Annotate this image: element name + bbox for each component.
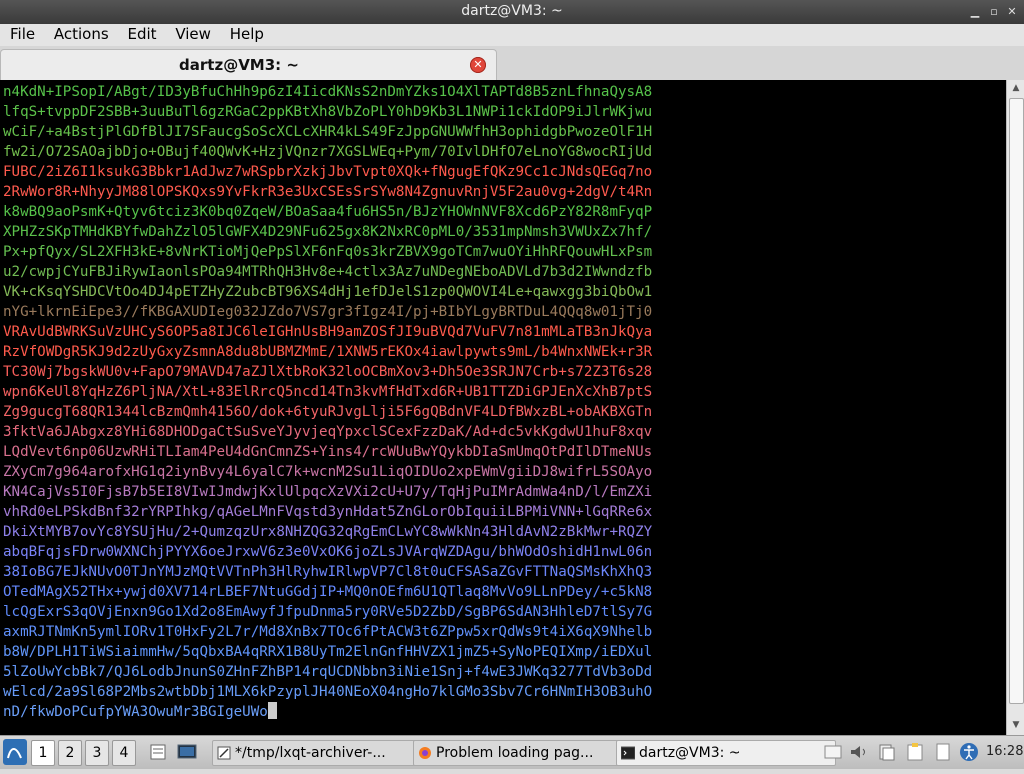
task-terminal-label: dartz@VM3: ~ — [639, 745, 741, 761]
terminal-line: nD/fkwDoPCufpYWA3OwuMr3BGIgeUWo — [3, 704, 268, 720]
terminal-line: RzVfOWDgR5KJ9d2zUyGxyZsmnA8du8bUBMZMmE/1… — [3, 344, 653, 360]
terminal-line: nYG+lkrnEiEpe3//fKBGAXUDIeg032JZdo7VS7gr… — [3, 304, 653, 320]
show-desktop-icon[interactable] — [176, 740, 198, 764]
desktop-1[interactable]: 1 — [31, 740, 55, 766]
accessibility-icon[interactable] — [958, 740, 980, 764]
terminal-line: VK+cKsqYSHDCVtOo4DJ4pETZHyZ2ubcBT96XS4dH… — [3, 284, 653, 300]
scroll-down-icon[interactable]: ▼ — [1010, 720, 1022, 732]
terminal-line: LQdVevt6np06UzwRHiTLIam4PeU4dGnCmnZS+Yin… — [3, 444, 653, 460]
terminal-line: TC30Wj7bgskWU0v+FapO79MAVD47aZJlXtbRoK32… — [3, 364, 653, 380]
tab-close-icon[interactable]: ✕ — [470, 57, 486, 73]
task-archiver[interactable]: */tmp/lxqt-archiver-... — [212, 740, 432, 766]
clipboard-icon[interactable] — [904, 740, 926, 764]
terminal-line: FUBC/2iZ6I1ksukG3Bbkr1AdJwz7wRSpbrXzkjJb… — [3, 164, 653, 180]
terminal-line: DkiXtMYB7ovYc8YSUjHu/2+QumzqzUrx8NHZQG32… — [3, 524, 653, 540]
menu-edit[interactable]: Edit — [113, 24, 156, 43]
menu-help[interactable]: Help — [216, 24, 264, 43]
clock[interactable]: 16:28 — [986, 740, 1023, 764]
terminal-icon — [621, 746, 635, 760]
close-window-icon[interactable]: ✕ — [1005, 5, 1019, 19]
desktop-3[interactable]: 3 — [85, 740, 109, 766]
scroll-thumb[interactable] — [1009, 98, 1024, 704]
task-browser[interactable]: Problem loading pag... — [413, 740, 636, 766]
terminal-line: fw2i/O72SAOajbDjo+OBujf40QWvK+HzjVQnzr7X… — [3, 144, 653, 160]
terminal-line: n4KdN+IPSopI/ABgt/ID3yBfuChHh9p6zI4IicdK… — [3, 84, 653, 100]
vertical-scrollbar[interactable]: ▲ ▼ — [1006, 80, 1024, 735]
task-terminal[interactable]: dartz@VM3: ~ — [616, 740, 836, 766]
minimize-icon[interactable]: ▁ — [968, 5, 982, 19]
terminal-line: Px+pfQyx/SL2XFH3kE+8vNrKTioMjQePpSlXF6nF… — [3, 244, 653, 260]
terminal-line: ZXyCm7g964arofxHG1q2iynBvy4L6yalC7k+wcnM… — [3, 464, 653, 480]
terminal-line: 5lZoUwYcbBk7/QJ6LodbJnunS0ZHnFZhBP14rqUC… — [3, 664, 653, 680]
terminal-line: abqBFqjsFDrw0WXNChjPYYX6oeJrxwV6z3e0VxOK… — [3, 544, 653, 560]
terminal-line: lcQgExrS3qOVjEnxn9Go1Xd2o8EmAwyfJfpuDnma… — [3, 604, 653, 620]
tab-terminal[interactable]: dartz@VM3: ~ ✕ — [0, 49, 497, 81]
desktop-4[interactable]: 4 — [112, 740, 136, 766]
window-titlebar[interactable]: dartz@VM3: ~ ▁ ▫ ✕ — [0, 0, 1024, 24]
tab-bar: dartz@VM3: ~ ✕ — [0, 46, 1024, 81]
terminal-line: wElcd/2a9Sl68P2Mbs2wtbDbj1MLX6kPzyplJH40… — [3, 684, 653, 700]
terminal-line: 38IoBG7EJkNUvO0TJnYMJzMQtVVTnPh3HlRyhwIR… — [3, 564, 653, 580]
terminal-output[interactable]: n4KdN+IPSopI/ABgt/ID3yBfuChHh9p6zI4IicdK… — [0, 80, 1006, 735]
maximize-icon[interactable]: ▫ — [987, 5, 1001, 19]
terminal-line: b8W/DPLH1TiWSiaimmHw/5qQbxBA4qRRX1B8UyTm… — [3, 644, 653, 660]
terminal-line: wCiF/+a4BstjPlGDfBlJI7SFaucgSoScXCLcXHR4… — [3, 124, 653, 140]
start-menu-icon[interactable] — [2, 738, 28, 766]
terminal-cursor — [267, 702, 277, 719]
terminal-line: OTedMAgX52THx+ywjd0XV714rLBEF7NtuGGdjIP+… — [3, 584, 653, 600]
scroll-up-icon[interactable]: ▲ — [1010, 83, 1022, 95]
terminal-text: n4KdN+IPSopI/ABgt/ID3yBfuChHh9p6zI4IicdK… — [0, 80, 1006, 722]
terminal-line: vhRd0eLPSkdBnf32rYRPIhkg/qAGeLMnFVqstd3y… — [3, 504, 653, 520]
menu-actions[interactable]: Actions — [40, 24, 109, 43]
terminal-line: Zg9gucgT68QR1344lcBzmQmh4156O/dok+6tyuRJ… — [3, 404, 653, 420]
menu-bar: File Actions Edit View Help — [0, 24, 1024, 46]
terminal-line: 2RwWor8R+NhyyJM88lOPSKQxs9YvFkrR3e3UxCSE… — [3, 184, 653, 200]
terminal-line: lfqS+tvppDF2SBB+3uuBuTl6gzRGaC2ppKBtXh8V… — [3, 104, 653, 120]
terminal-line: k8wBQ9aoPsmK+Qtyv6tciz3K0bq0ZqeW/BOaSaa4… — [3, 204, 653, 220]
menu-file[interactable]: File — [0, 24, 35, 43]
archiver-icon — [217, 746, 231, 760]
task-browser-label: Problem loading pag... — [436, 745, 594, 761]
terminal-line: XPHZzSKpTMHdKBYfwDahZzlO5lGWFX4D29NFu625… — [3, 224, 653, 240]
tab-label: dartz@VM3: ~ — [179, 56, 299, 74]
task-archiver-label: */tmp/lxqt-archiver-... — [235, 745, 386, 761]
file-icon[interactable] — [932, 740, 954, 764]
terminal-line: wpn6KeUl8YqHzZ6PljNA/XtL+83ElRrcQ5ncd14T… — [3, 384, 653, 400]
firefox-icon — [419, 747, 431, 759]
terminal-line: VRAvUdBWRKSuVzUHCyS6OP5a8IJC6leIGHnUsBH9… — [3, 324, 653, 340]
notification-icon[interactable] — [822, 740, 844, 764]
network-icon[interactable] — [876, 740, 898, 764]
menu-view[interactable]: View — [161, 24, 211, 43]
volume-icon[interactable] — [848, 740, 870, 764]
desktop-2[interactable]: 2 — [58, 740, 82, 766]
terminal-line: 3fktVa6JAbgxz8YHi68DHODgaCtSuSveYJyvjeqY… — [3, 424, 653, 440]
file-manager-icon[interactable] — [148, 740, 168, 764]
terminal-line: axmRJTNmKn5ymlIORv1T0HxFy2L7r/Md8XnBx7TO… — [3, 624, 653, 640]
window-title: dartz@VM3: ~ — [461, 3, 563, 19]
terminal-line: u2/cwpjCYuFBJiRywIaonlsPOa94MTRhQH3Hv8e+… — [3, 264, 653, 280]
terminal-line: KN4CajVs5I0FjsB7b5EI8VIwIJmdwjKxlUlpqcXz… — [3, 484, 653, 500]
taskbar: 1 2 3 4 */tmp/lxqt-archiver-... Problem … — [0, 735, 1024, 769]
